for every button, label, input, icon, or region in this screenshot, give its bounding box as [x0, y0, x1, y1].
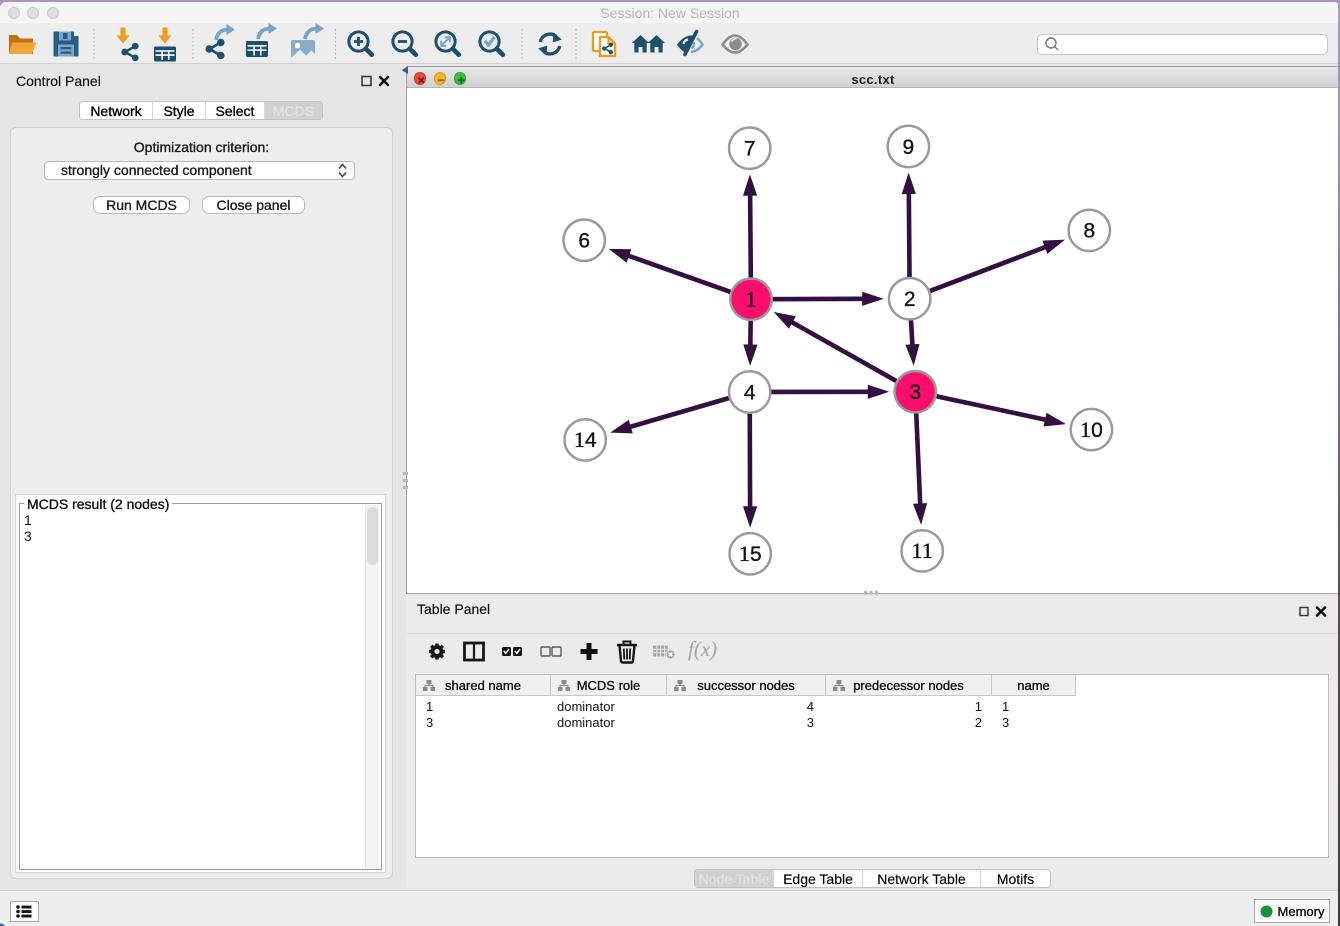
svg-text:3: 3	[909, 381, 921, 404]
svg-text:9: 9	[903, 136, 915, 159]
svg-text:2: 2	[904, 288, 916, 311]
svg-text:7: 7	[744, 138, 756, 161]
svg-text:6: 6	[578, 230, 590, 253]
svg-text:10: 10	[1080, 417, 1103, 442]
svg-text:11: 11	[911, 538, 933, 563]
svg-text:8: 8	[1083, 220, 1095, 243]
svg-text:15: 15	[739, 541, 762, 566]
svg-text:1: 1	[745, 287, 756, 312]
svg-text:14: 14	[574, 427, 597, 452]
svg-text:4: 4	[744, 381, 756, 404]
